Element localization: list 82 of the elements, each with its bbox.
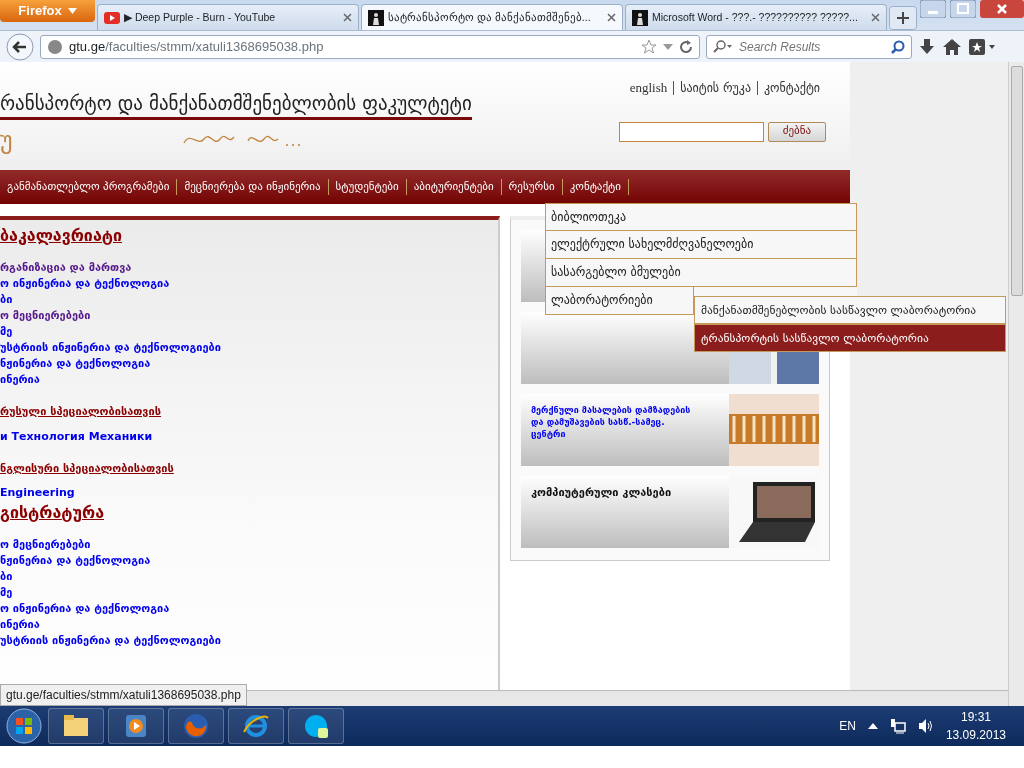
program-link[interactable]: ბი	[0, 569, 498, 585]
banner-title: მერქნული მასალების დამზადების და დამუშავების სასწ.-სამეც. ცენტრი	[530, 404, 692, 442]
top-link[interactable]: საიტის რუკა	[673, 81, 757, 95]
vertical-scrollbar[interactable]	[1008, 62, 1024, 706]
program-link[interactable]: ინერია	[0, 617, 498, 633]
program-link[interactable]: ნჟინერია და ტექნოლოგია	[0, 356, 498, 372]
nav-link[interactable]: აბიტურიენტები	[406, 178, 502, 196]
program-link[interactable]: и Технология Механики	[0, 428, 498, 445]
banner[interactable]: მერქნული მასალების დამზადების და დამუშავების სასწ.-სამეც. ცენტრი	[521, 394, 819, 466]
chat-icon[interactable]	[302, 712, 330, 740]
new-tab-icon[interactable]	[889, 6, 917, 30]
start-icon[interactable]	[4, 707, 44, 745]
menu-item[interactable]: სასარგებლო ბმულები	[545, 259, 857, 287]
banner[interactable]: კომპიუტერული კლასები	[521, 476, 819, 548]
top-link[interactable]: კონტაქტი	[757, 81, 826, 95]
menu-item[interactable]: ელექტრული სახელმძღვანელოები	[545, 231, 857, 259]
star-icon[interactable]	[641, 38, 657, 55]
browser-icon[interactable]	[242, 712, 270, 740]
submenu-item[interactable]: ტრანსპორტის სასწავლო ლაბორატორია	[694, 324, 1006, 352]
site-icon	[368, 9, 384, 26]
nav-link[interactable]: რესურსი	[501, 178, 563, 196]
nav-link[interactable]: განმანათლებლო პროგრამები	[0, 178, 178, 196]
address-bar[interactable]: gtu.ge/faculties/stmm/xatuli1368695038.php	[40, 34, 700, 59]
caret-icon	[67, 8, 77, 14]
search-bar[interactable]: Search Results	[706, 34, 912, 59]
menu-item[interactable]: ბიბლიოთეკა	[545, 203, 857, 231]
site-icon	[632, 9, 648, 26]
section-heading[interactable]: ბაკალავრიატი	[0, 224, 122, 248]
program-link[interactable]: უსტრიის ინჟინერია და ტექნოლოგიები	[0, 340, 498, 356]
home-icon[interactable]	[942, 37, 962, 56]
banner-title: კომპიუტერული კლასები	[530, 485, 673, 501]
program-link[interactable]: ო ინჟინერია და ტექნოლოგია	[0, 601, 498, 617]
section-heading[interactable]: ნგლისური სპეციალობისათვის	[0, 460, 174, 477]
search-icon[interactable]	[891, 39, 905, 54]
nav-link[interactable]: სტუდენტები	[328, 178, 407, 196]
browser-icon[interactable]	[182, 712, 210, 740]
language-indicator[interactable]: EN	[839, 717, 856, 735]
top-link[interactable]: english	[623, 80, 674, 95]
section-heading[interactable]: რუსული სპეციალობისათვის	[0, 404, 161, 421]
search-button[interactable]: ძებნა	[767, 121, 826, 142]
tray-arrow-icon[interactable]	[867, 723, 878, 729]
program-link[interactable]: ბი	[0, 292, 498, 308]
browser-tab[interactable]: ▶ Deep Purple - Burn - YouTube	[97, 4, 359, 30]
reload-icon[interactable]	[679, 39, 693, 54]
program-link[interactable]: ნჟინერია და ტექნოლოგია	[0, 553, 498, 569]
search-field[interactable]	[618, 121, 764, 142]
bookmarks-icon[interactable]	[968, 37, 996, 56]
submenu-item[interactable]: მანქანათმშენებლობის სასწავლო ლაბორატორია	[694, 296, 1006, 324]
nav-link[interactable]: მეცნიერება და ინჟინერია	[177, 178, 329, 196]
clock-date[interactable]: 13.09.2013	[945, 726, 1006, 744]
program-link[interactable]: მე	[0, 324, 498, 340]
network-icon[interactable]	[889, 718, 906, 734]
close-icon[interactable]	[871, 13, 880, 22]
clock-time[interactable]: 19:31	[945, 708, 1006, 726]
search-icon	[713, 39, 733, 54]
status-url-tooltip: gtu.ge/faculties/stmm/xatuli1368695038.php	[0, 684, 247, 706]
program-link[interactable]: რგანიზაცია და მართვა	[0, 260, 498, 276]
download-icon[interactable]	[918, 37, 936, 56]
globe-icon	[47, 38, 63, 55]
volume-icon[interactable]	[917, 718, 934, 734]
video-icon	[104, 9, 120, 26]
close-icon[interactable]	[980, 0, 1024, 18]
close-icon[interactable]	[343, 13, 352, 22]
section-heading[interactable]: გისტრატურა	[0, 501, 104, 525]
menu-item[interactable]: ლაბორატორიები	[545, 287, 694, 315]
program-link[interactable]: ო მეცნიერებები	[0, 537, 498, 553]
nav-link[interactable]: კონტაქტი	[562, 178, 629, 196]
program-link[interactable]: უსტრიის ინჟინერია და ტექნოლოგიები	[0, 633, 498, 649]
browser-tab[interactable]: Microsoft Word - ???.- ?????????? ?????...	[625, 4, 887, 30]
logo-text: უ	[0, 124, 13, 156]
back-icon[interactable]	[6, 32, 34, 61]
site-title: რანსპორტო და მანქანათმშენებლობის ფაკულტეტი	[0, 92, 472, 120]
close-icon[interactable]	[607, 13, 616, 22]
program-link[interactable]: მე	[0, 585, 498, 601]
program-link[interactable]: Engineering	[0, 485, 498, 501]
program-link[interactable]: ინერია	[0, 372, 498, 388]
program-link[interactable]: ო ინჟინერია და ტექნოლოგია	[0, 276, 498, 292]
url-text: gtu.ge/faculties/stmm/xatuli1368695038.php	[69, 37, 324, 56]
dropdown-icon[interactable]	[663, 43, 673, 50]
browser-tab[interactable]: სატრანსპორტო და მანქანათმშენებ...	[361, 4, 623, 30]
program-link[interactable]: ო მეცნიერებები	[0, 308, 498, 324]
scrollbar-thumb[interactable]	[1010, 66, 1023, 296]
